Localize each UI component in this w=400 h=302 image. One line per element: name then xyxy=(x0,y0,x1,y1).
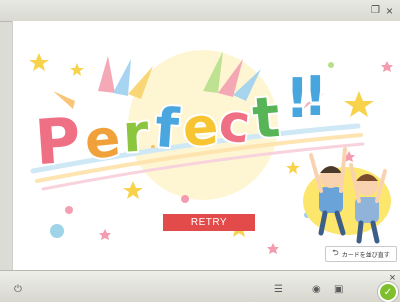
power-icon[interactable]: ⏻ xyxy=(14,285,22,295)
restore-icon[interactable]: ❐ xyxy=(370,5,381,16)
rearrange-cards-button[interactable]: ⮌ カードを並び直す xyxy=(325,246,397,262)
app-window: ❐ × P e r f e c t ! ! RETRY ⮌ カードを並び直す ×… xyxy=(0,0,400,302)
celebration-illustration: P e r f e c t ! ! xyxy=(29,50,393,254)
title-letter-e: e xyxy=(82,108,123,171)
return-arrow-icon: ⮌ xyxy=(332,248,339,257)
circle-icon[interactable]: ◉ xyxy=(312,285,321,295)
title-bar: ❐ × xyxy=(0,0,400,22)
square-icon[interactable]: ▣ xyxy=(334,285,343,295)
title-letter-r: r xyxy=(121,103,150,164)
title-exclamation: ! xyxy=(303,65,328,128)
retry-button[interactable]: RETRY xyxy=(163,214,255,231)
kids-illustration xyxy=(303,147,391,244)
close-icon[interactable]: × xyxy=(384,4,395,18)
result-stage: P e r f e c t ! ! RETRY ⮌ カードを並び直す xyxy=(12,21,400,270)
bottom-toolbar: × ⏻ ☰ ◉ ▣ ✓ xyxy=(0,270,400,302)
title-letter-c: c xyxy=(216,93,253,156)
dot xyxy=(181,195,189,203)
dot xyxy=(50,224,64,238)
rearrange-cards-label: カードを並び直す xyxy=(341,252,390,259)
title-letter-e: e xyxy=(181,97,220,159)
title-letter-f: f xyxy=(153,96,181,161)
check-icon[interactable]: ✓ xyxy=(378,282,398,302)
title-letter-t: t xyxy=(250,85,282,152)
list-icon[interactable]: ☰ xyxy=(274,285,283,295)
dot xyxy=(328,62,334,68)
title-letter-p: P xyxy=(33,103,83,179)
dot xyxy=(65,206,73,214)
